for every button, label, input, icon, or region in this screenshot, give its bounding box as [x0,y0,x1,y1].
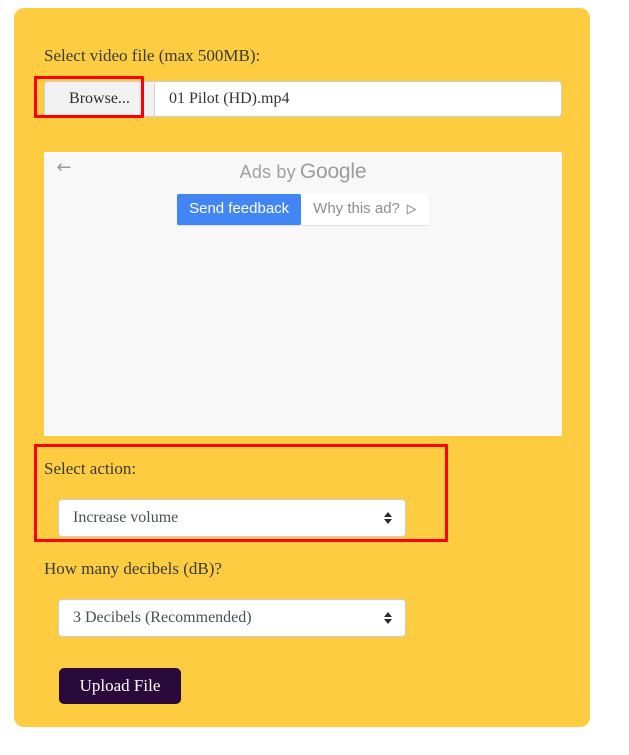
upload-form-card: Select video file (max 500MB): Browse...… [14,8,590,727]
why-this-ad-label: Why this ad? [313,200,400,217]
chevron-updown-icon [375,612,401,624]
file-input-label: Select video file (max 500MB): [44,46,261,65]
action-select[interactable]: Increase volume [58,499,406,537]
google-ad-panel: ← Ads by Google Send feedback Why this ad… [44,152,562,436]
selected-file-name: 01 Pilot (HD).mp4 [155,82,561,116]
google-wordmark: Google [299,160,367,183]
chevron-updown-icon [375,512,401,524]
why-this-ad-button[interactable]: Why this ad? [301,194,429,225]
action-select-value: Increase volume [73,509,179,526]
browse-button[interactable]: Browse... [45,82,155,116]
ads-by-text: Ads by [239,162,296,182]
upload-file-button[interactable]: Upload File [59,668,181,704]
send-feedback-button[interactable]: Send feedback [177,194,302,225]
decibel-select-value: 3 Decibels (Recommended) [73,609,252,626]
play-outline-icon [406,204,417,215]
ad-action-buttons: Send feedback Why this ad? [44,194,562,225]
decibel-select-label: How many decibels (dB)? [44,559,222,578]
action-select-label: Select action: [44,459,137,478]
decibel-select[interactable]: 3 Decibels (Recommended) [58,599,406,637]
ads-by-google-label: Ads by Google [44,160,562,184]
file-input-row[interactable]: Browse... 01 Pilot (HD).mp4 [44,81,562,117]
